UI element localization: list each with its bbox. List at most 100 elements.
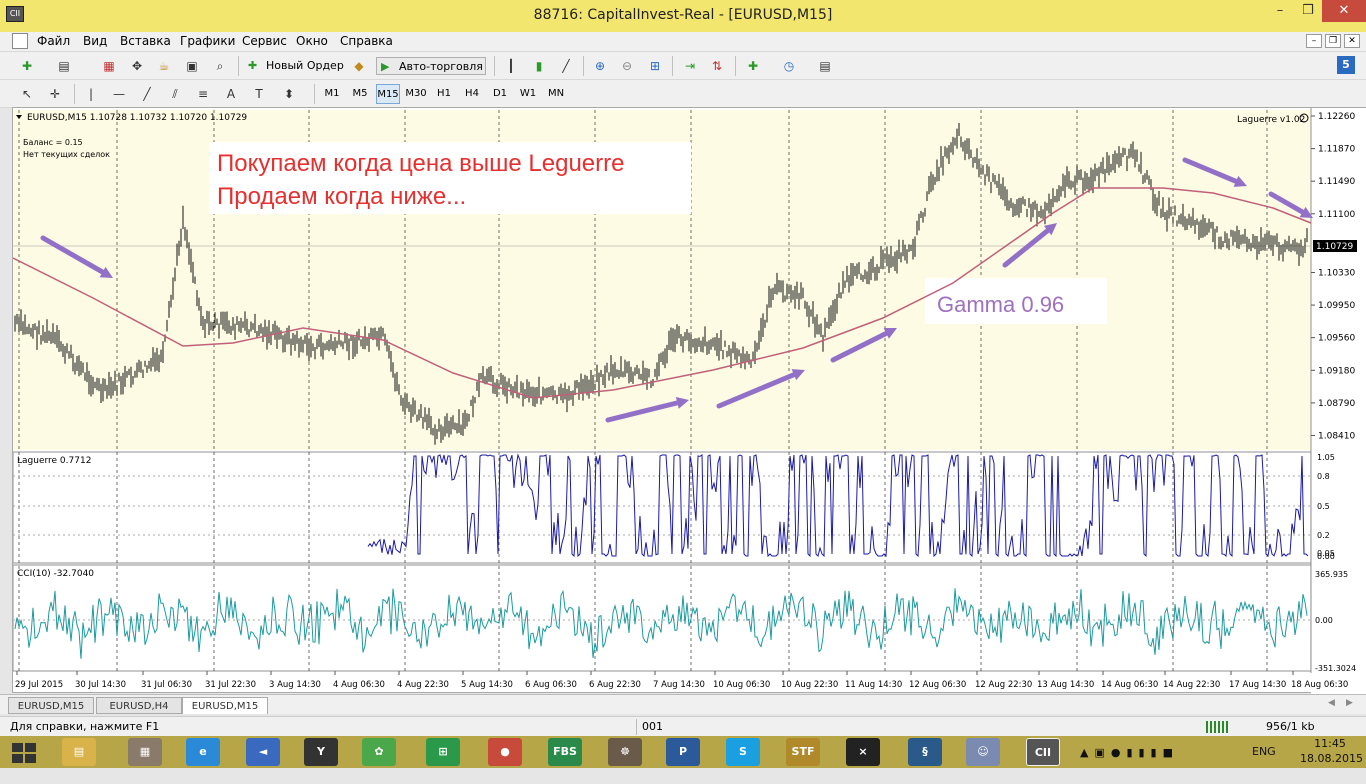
notifications-badge[interactable]: 5 <box>1337 56 1355 74</box>
separator <box>314 84 315 104</box>
tabs-scroll-left-icon[interactable]: ◀ <box>1328 698 1335 708</box>
status-divider <box>636 719 637 735</box>
time-axis-label: 10 Aug 06:30 <box>713 680 770 690</box>
periods-icon[interactable]: ◷ <box>780 57 798 75</box>
fbs-app-icon[interactable]: FBS <box>548 738 582 766</box>
archive-icon[interactable]: ▦ <box>128 738 162 766</box>
horizontal-line-icon[interactable]: — <box>110 85 128 103</box>
timeframe-h4[interactable]: H4 <box>460 84 484 104</box>
tester-icon[interactable]: ⌕ <box>211 57 229 75</box>
taskbar: ▤ ▦ e ◄ Y ✿ ⊞ ● FBS ☸ P S STF × § ☺ CII … <box>0 736 1366 768</box>
store-icon[interactable]: ⊞ <box>426 738 460 766</box>
menu-bar: Файл Вид Вставка Графики Сервис Окно Спр… <box>0 32 1366 52</box>
stf-app-icon[interactable]: STF <box>786 738 820 766</box>
tab-eurusd-m15[interactable]: EURUSD,M15 <box>8 697 94 714</box>
menu-tools[interactable]: Сервис <box>242 34 287 48</box>
metaeditor-icon[interactable]: ◆ <box>350 57 368 75</box>
app-p-icon[interactable]: P <box>666 738 700 766</box>
menu-charts[interactable]: Графики <box>180 34 235 48</box>
app-people-icon[interactable]: ☺ <box>966 738 1000 766</box>
app-lion-icon[interactable]: ☸ <box>608 738 642 766</box>
close-button[interactable]: ✕ <box>1322 0 1366 22</box>
zoom-out-icon[interactable]: ⊖ <box>618 57 636 75</box>
app-bx-icon[interactable]: × <box>846 738 880 766</box>
navigator-icon[interactable]: ✥ <box>128 57 146 75</box>
line-chart-icon[interactable]: ╱ <box>557 57 575 75</box>
app-s-icon[interactable]: § <box>908 738 942 766</box>
menu-file[interactable]: Файл <box>37 34 70 48</box>
menu-help[interactable]: Справка <box>340 34 393 48</box>
chrome-icon[interactable]: ● <box>488 738 522 766</box>
menu-view[interactable]: Вид <box>83 34 107 48</box>
audio-player-icon[interactable]: ◄ <box>246 738 280 766</box>
vertical-line-icon[interactable]: | <box>82 85 100 103</box>
metatrader-taskbar-icon[interactable]: CII <box>1026 738 1060 766</box>
equidistant-channel-icon[interactable]: ⫽ <box>166 85 184 103</box>
menu-window[interactable]: Окно <box>296 34 328 48</box>
gamma-label: Gamma 0.96 <box>937 292 1064 317</box>
timeframe-m1[interactable]: M1 <box>320 84 344 104</box>
chart-shift-icon[interactable]: ⇥ <box>681 57 699 75</box>
time-axis-label: 14 Aug 06:30 <box>1101 680 1158 690</box>
tab-eurusd-h4[interactable]: EURUSD,H4 <box>96 697 182 714</box>
price-tick-label: 1.09950 <box>1318 301 1355 311</box>
icq-icon[interactable]: ✿ <box>362 738 396 766</box>
candlestick-icon[interactable]: ▮ <box>530 57 548 75</box>
price-tick-label: 1.11490 <box>1318 177 1355 187</box>
bar-chart-icon[interactable]: ┃ <box>502 57 520 75</box>
arrows-icon[interactable]: ⬍ <box>280 85 298 103</box>
time-axis-label: 14 Aug 22:30 <box>1163 680 1220 690</box>
tabs-scroll-right-icon[interactable]: ▶ <box>1346 698 1353 708</box>
balance-text: Баланс = 0.15 <box>23 138 83 147</box>
fibonacci-icon[interactable]: ≡ <box>194 85 212 103</box>
child-restore-button[interactable]: ❒ <box>1325 34 1341 48</box>
timeframe-mn[interactable]: MN <box>544 84 568 104</box>
tile-windows-icon[interactable]: ⊞ <box>646 57 664 75</box>
templates-icon[interactable]: ▤ <box>816 57 834 75</box>
file-explorer-icon[interactable]: ▤ <box>62 738 96 766</box>
tab-eurusd-m15-active[interactable]: EURUSD,M15 <box>182 697 268 714</box>
language-indicator[interactable]: ENG <box>1252 745 1276 777</box>
timeframe-m30[interactable]: M30 <box>404 84 428 104</box>
timeframe-m15[interactable]: M15 <box>376 84 400 104</box>
skype-icon[interactable]: S <box>726 738 760 766</box>
chart-window[interactable]: 1.12260 1.11870 1.11490 1.11100 1.10330 1.099… <box>12 107 1366 694</box>
minimize-button[interactable]: – <box>1266 0 1294 22</box>
annotation-line-1: Покупаем когда цена выше Leguerre <box>217 150 624 177</box>
time-axis-label: 29 Jul 2015 <box>15 680 63 690</box>
cursor-icon[interactable]: ↖ <box>18 85 36 103</box>
timeframe-w1[interactable]: W1 <box>516 84 540 104</box>
zoom-in-icon[interactable]: ⊕ <box>591 57 609 75</box>
time-axis-label: 6 Aug 22:30 <box>589 680 641 690</box>
internet-explorer-icon[interactable]: e <box>186 738 220 766</box>
auto-trading-icon: ▶ <box>381 60 390 73</box>
menu-insert[interactable]: Вставка <box>120 34 171 48</box>
auto-trading-button[interactable]: ▶ Авто-торговля <box>376 57 486 75</box>
tray-icons[interactable]: ▲▣●▮▮▮■ <box>1080 746 1179 778</box>
profiles-icon[interactable]: ▤ <box>55 57 73 75</box>
windows-start-icon[interactable] <box>12 743 36 763</box>
chart-canvas[interactable]: 1.12260 1.11870 1.11490 1.11100 1.10330 1.099… <box>13 108 1366 694</box>
timeframe-h1[interactable]: H1 <box>432 84 456 104</box>
crosshair-icon[interactable]: ✛ <box>46 85 64 103</box>
child-minimize-button[interactable]: – <box>1306 34 1322 48</box>
data-window-icon[interactable]: ☕ <box>155 57 173 75</box>
timeframe-d1[interactable]: D1 <box>488 84 512 104</box>
new-chart-icon[interactable]: ✚ <box>18 57 36 75</box>
timeframe-m5[interactable]: M5 <box>348 84 372 104</box>
autoscroll-icon[interactable]: ⇅ <box>708 57 726 75</box>
child-window-icon[interactable] <box>12 33 28 49</box>
separator <box>672 56 673 76</box>
child-close-button[interactable]: ✕ <box>1344 34 1360 48</box>
indicators-icon[interactable]: ✚ <box>744 57 762 75</box>
text-label-icon[interactable]: T <box>250 85 268 103</box>
trendline-icon[interactable]: ╱ <box>138 85 156 103</box>
restore-button[interactable]: ❒ <box>1294 0 1322 22</box>
clock-date[interactable]: 18.08.2015 <box>1300 752 1363 784</box>
market-watch-icon[interactable]: ▦ <box>100 57 118 75</box>
terminal-icon[interactable]: ▣ <box>183 57 201 75</box>
new-order-button[interactable]: ✚ Новый Ордер <box>244 57 346 75</box>
laguerre-tick-label: 1.05 <box>1317 453 1335 462</box>
app-y-icon[interactable]: Y <box>304 738 338 766</box>
text-icon[interactable]: A <box>222 85 240 103</box>
